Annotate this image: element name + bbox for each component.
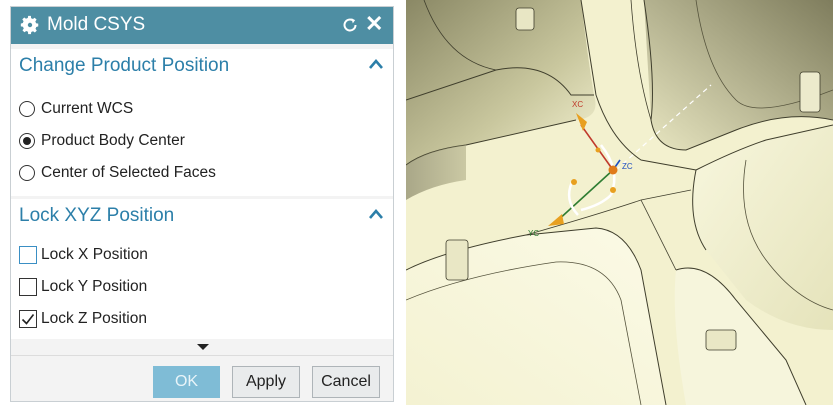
cancel-button[interactable]: Cancel	[312, 366, 380, 398]
checkbox[interactable]	[19, 246, 37, 264]
reset-icon[interactable]	[341, 16, 359, 34]
radio-button[interactable]	[19, 165, 35, 181]
checkmark-icon	[21, 314, 35, 325]
checkbox-label: Lock Z Position	[41, 310, 147, 327]
radio-button-selected[interactable]	[19, 133, 35, 149]
chevron-up-icon[interactable]	[369, 59, 383, 69]
mold-csys-dialog: Mold CSYS ✕ Change Product Position Curr…	[10, 6, 394, 402]
lock-xyz-position-group: Lock XYZ Position Lock X Position Lock Y…	[11, 199, 393, 339]
axis-label-y: YC	[528, 229, 540, 238]
group-header-lock-position: Lock XYZ Position	[19, 205, 175, 226]
apply-button[interactable]: Apply	[232, 366, 300, 398]
dialog-title: Mold CSYS	[47, 14, 146, 35]
ok-button[interactable]: OK	[153, 366, 220, 398]
gear-icon[interactable]	[19, 14, 41, 36]
radio-label: Center of Selected Faces	[41, 164, 216, 181]
checkbox-label: Lock Y Position	[41, 278, 148, 295]
radio-button[interactable]	[19, 101, 35, 117]
checkbox-checked[interactable]	[19, 310, 37, 328]
axis-label-x: XC	[572, 100, 584, 109]
more-options-arrow-icon[interactable]	[197, 344, 209, 350]
checkbox-label: Lock X Position	[41, 246, 148, 263]
change-product-position-group: Change Product Position Current WCS Prod…	[11, 49, 393, 196]
divider	[11, 355, 393, 356]
close-icon[interactable]: ✕	[365, 12, 383, 36]
dialog-titlebar[interactable]: Mold CSYS ✕	[11, 7, 393, 44]
group-header-product-position: Change Product Position	[19, 55, 230, 76]
radio-label: Current WCS	[41, 100, 134, 117]
radio-label: Product Body Center	[41, 132, 185, 149]
checkbox[interactable]	[19, 278, 37, 296]
mold-part-render	[406, 0, 833, 405]
axis-label-z: ZC	[622, 162, 633, 171]
chevron-up-icon[interactable]	[369, 209, 383, 219]
graphics-viewport[interactable]: XC YC ZC	[406, 0, 833, 405]
